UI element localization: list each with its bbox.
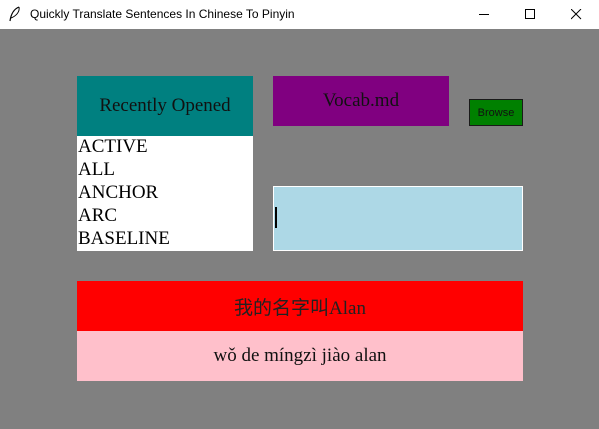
- maximize-icon: [525, 9, 535, 19]
- close-icon: [571, 9, 582, 20]
- window-title: Quickly Translate Sentences In Chinese T…: [30, 7, 295, 21]
- list-item[interactable]: BASELINE: [77, 228, 253, 251]
- recently-opened-list[interactable]: ACTIVE ALL ANCHOR ARC BASELINE: [77, 136, 253, 251]
- feather-icon: [8, 6, 22, 22]
- close-button[interactable]: [553, 0, 599, 29]
- minimize-button[interactable]: [461, 0, 507, 29]
- vocab-file-label: Vocab.md: [273, 76, 449, 126]
- maximize-button[interactable]: [507, 0, 553, 29]
- sentence-input[interactable]: [273, 186, 523, 251]
- title-bar: Quickly Translate Sentences In Chinese T…: [0, 0, 599, 29]
- app-canvas: Recently Opened ACTIVE ALL ANCHOR ARC BA…: [0, 29, 599, 429]
- pinyin-output: wǒ de míngzì jiào alan: [77, 331, 523, 381]
- recently-opened-header: Recently Opened: [77, 76, 253, 136]
- chinese-output: 我的名字叫Alan: [77, 281, 523, 331]
- text-caret: [275, 207, 277, 228]
- browse-button[interactable]: Browse: [469, 99, 523, 126]
- minimize-icon: [479, 14, 489, 15]
- list-item[interactable]: ANCHOR: [77, 182, 253, 205]
- list-item[interactable]: ALL: [77, 159, 253, 182]
- list-item[interactable]: ACTIVE: [77, 136, 253, 159]
- list-item[interactable]: ARC: [77, 205, 253, 228]
